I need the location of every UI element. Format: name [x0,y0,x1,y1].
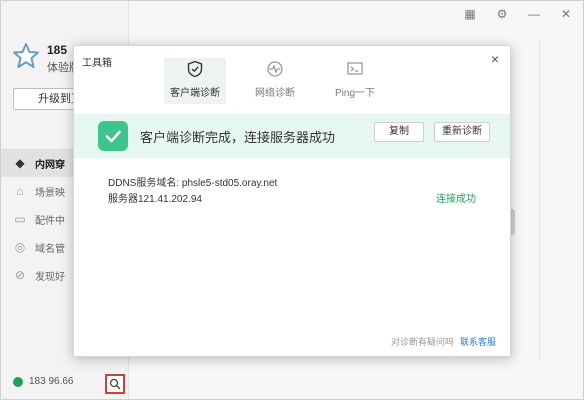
qr-code-icon[interactable]: ▦ [463,7,477,21]
copy-button[interactable]: 复制 [374,122,424,142]
result-message: 客户端诊断完成，连接服务器成功 [140,130,336,145]
dialog-title: 工具箱 [82,58,112,69]
tab-label: 网络诊断 [255,88,295,99]
tab-ping[interactable]: Ping一下 [324,58,386,104]
check-shield-icon [98,121,128,151]
star-avatar-icon[interactable] [13,43,39,69]
pulse-icon [267,61,283,77]
device-icon: ▭ [14,212,26,226]
dialog-tabs: 客户端诊断 网络诊断 Ping一下 [164,58,404,104]
feedback-question: 对诊断有疑问吗 [390,337,454,347]
user-number: 185 [47,43,68,57]
compass-icon: ⊘ [14,268,26,282]
connection-status: 连接成功 [436,194,476,205]
footer-account: 183 96.66 [13,376,74,387]
close-icon[interactable]: × [488,52,502,66]
online-status-icon [13,376,23,387]
ddns-domain: DDNS服务域名: phsle5-std05.oray.net [108,178,278,189]
toolbox-dialog: 工具箱 × 客户端诊断 网络诊断 Ping一下 客户端诊断完成，连接服务器成功 … [73,45,511,357]
dialog-footer: 对诊断有疑问吗 联系客服 [391,335,496,348]
server-address: 服务器121.41.202.94 [108,194,202,205]
window-controls: ▦ ⚙ — ✕ [463,7,573,21]
home-icon: ⌂ [16,184,24,198]
tab-label: Ping一下 [334,88,375,99]
contact-support-link[interactable]: 联系客服 [460,335,496,348]
settings-icon[interactable]: ⚙ [495,7,509,21]
sidebar-item-label: 内网穿 [35,159,65,171]
sidebar-item-label: 场景映 [35,187,65,199]
globe-icon: ◎ [14,240,26,254]
divider [539,41,540,361]
sidebar-item-label: 配件中 [35,215,65,227]
search-icon [109,378,121,390]
terminal-icon [347,62,363,75]
minimize-icon[interactable]: — [527,7,541,21]
sidebar-item-label: 域名管 [35,243,65,255]
sidebar-item-label: 发现好 [35,271,65,283]
diagnose-tool-button[interactable] [105,374,125,394]
tab-client-diagnose[interactable]: 客户端诊断 [164,58,226,104]
shield-check-icon [187,60,203,78]
tab-label: 客户端诊断 [170,88,220,99]
account-id: 183 96.66 [29,376,74,387]
cube-icon: ◆ [15,156,25,170]
close-icon[interactable]: ✕ [559,7,573,21]
tab-network-diagnose[interactable]: 网络诊断 [244,58,306,104]
rediagnose-button[interactable]: 重新诊断 [434,122,490,142]
